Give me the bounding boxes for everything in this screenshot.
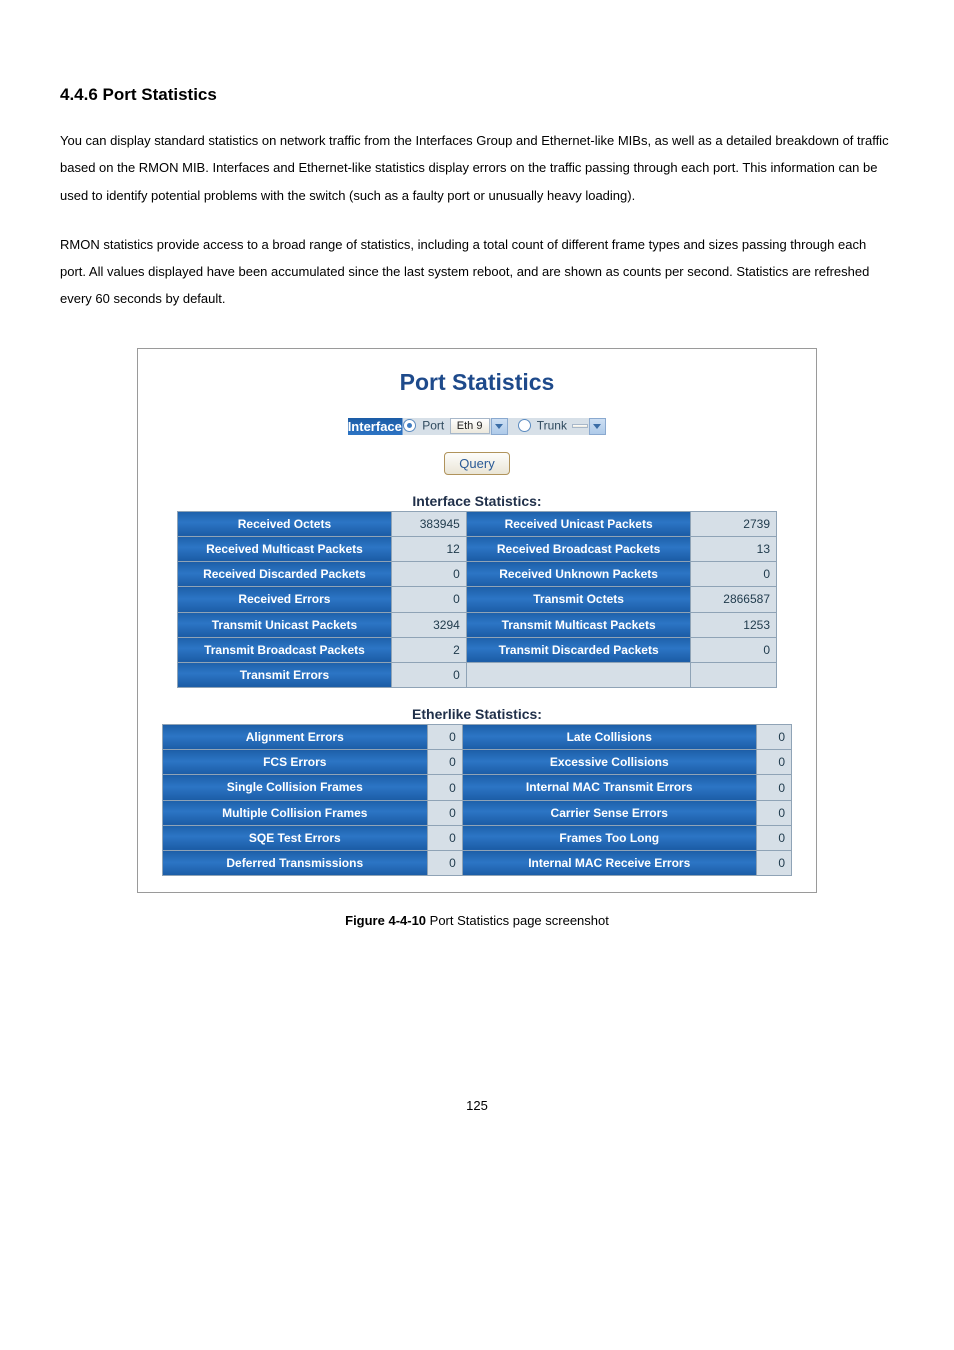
stat-value: 0 <box>427 851 462 876</box>
stat-label: Transmit Unicast Packets <box>178 612 392 637</box>
stat-value: 0 <box>756 750 791 775</box>
caption-bold: Figure 4-4-10 <box>345 913 426 928</box>
stat-label: Transmit Broadcast Packets <box>178 637 392 662</box>
stat-value: 2 <box>391 637 466 662</box>
stat-label: Deferred Transmissions <box>163 851 428 876</box>
caption-text: Port Statistics page screenshot <box>426 913 609 928</box>
trunk-radio-label: Trunk <box>537 418 567 432</box>
page-number: 125 <box>60 1098 894 1113</box>
stat-label: Received Octets <box>178 511 392 536</box>
stat-label: Multiple Collision Frames <box>163 800 428 825</box>
empty-cell <box>691 662 777 687</box>
stat-value: 0 <box>756 800 791 825</box>
stat-label: Transmit Errors <box>178 662 392 687</box>
stat-value: 0 <box>427 725 462 750</box>
stat-label: Late Collisions <box>462 725 756 750</box>
stat-value: 0 <box>691 562 777 587</box>
figure-caption: Figure 4-4-10 Port Statistics page scree… <box>60 913 894 928</box>
stat-label: Alignment Errors <box>163 725 428 750</box>
page-title: Port Statistics <box>152 369 802 396</box>
stat-label: Excessive Collisions <box>462 750 756 775</box>
etherlike-stats-table: Alignment Errors 0 Late Collisions 0 FCS… <box>162 724 792 876</box>
stat-label: Received Broadcast Packets <box>466 536 691 561</box>
stat-value: 13 <box>691 536 777 561</box>
stat-label: Internal MAC Receive Errors <box>462 851 756 876</box>
stat-label: SQE Test Errors <box>163 825 428 850</box>
section-heading: 4.4.6 Port Statistics <box>60 85 894 105</box>
stat-value: 2739 <box>691 511 777 536</box>
trunk-radio[interactable] <box>518 419 531 432</box>
stat-value: 0 <box>756 725 791 750</box>
stat-value: 0 <box>391 662 466 687</box>
stat-label: Transmit Octets <box>466 587 691 612</box>
stat-value: 0 <box>391 562 466 587</box>
stat-value: 2866587 <box>691 587 777 612</box>
stat-label: Single Collision Frames <box>163 775 428 800</box>
stat-label: Received Errors <box>178 587 392 612</box>
stat-label: Internal MAC Transmit Errors <box>462 775 756 800</box>
stat-label: Frames Too Long <box>462 825 756 850</box>
stat-label: Received Multicast Packets <box>178 536 392 561</box>
screenshot-figure: Port Statistics Interface Port Eth 9 Tru… <box>137 348 817 893</box>
chevron-down-icon[interactable] <box>491 418 508 435</box>
stat-label: FCS Errors <box>163 750 428 775</box>
stat-label: Transmit Multicast Packets <box>466 612 691 637</box>
stat-value: 0 <box>756 851 791 876</box>
stat-value: 383945 <box>391 511 466 536</box>
stat-value: 0 <box>756 825 791 850</box>
stat-value: 1253 <box>691 612 777 637</box>
stat-value: 0 <box>427 775 462 800</box>
stat-value: 3294 <box>391 612 466 637</box>
stat-value: 0 <box>391 587 466 612</box>
stat-label: Carrier Sense Errors <box>462 800 756 825</box>
port-radio[interactable] <box>403 419 416 432</box>
interface-selector-bar: Interface Port Eth 9 Trunk <box>348 418 607 435</box>
stat-label: Received Unicast Packets <box>466 511 691 536</box>
chevron-down-icon[interactable] <box>589 418 606 435</box>
stat-label: Received Unknown Packets <box>466 562 691 587</box>
intro-paragraph-2: RMON statistics provide access to a broa… <box>60 231 894 313</box>
stat-value: 12 <box>391 536 466 561</box>
port-select[interactable]: Eth 9 <box>450 418 490 434</box>
stat-value: 0 <box>427 800 462 825</box>
empty-cell <box>466 662 691 687</box>
stat-value: 0 <box>756 775 791 800</box>
interface-stats-table: Received Octets 383945 Received Unicast … <box>177 511 777 688</box>
stat-label: Transmit Discarded Packets <box>466 637 691 662</box>
stat-value: 0 <box>691 637 777 662</box>
port-radio-label: Port <box>422 418 444 432</box>
intro-paragraph-1: You can display standard statistics on n… <box>60 127 894 209</box>
stat-label: Received Discarded Packets <box>178 562 392 587</box>
etherlike-stats-heading: Etherlike Statistics: <box>152 706 802 722</box>
interface-label: Interface <box>348 418 403 435</box>
trunk-select[interactable] <box>572 424 588 428</box>
interface-stats-heading: Interface Statistics: <box>152 493 802 509</box>
stat-value: 0 <box>427 825 462 850</box>
query-button[interactable]: Query <box>444 452 509 475</box>
stat-value: 0 <box>427 750 462 775</box>
